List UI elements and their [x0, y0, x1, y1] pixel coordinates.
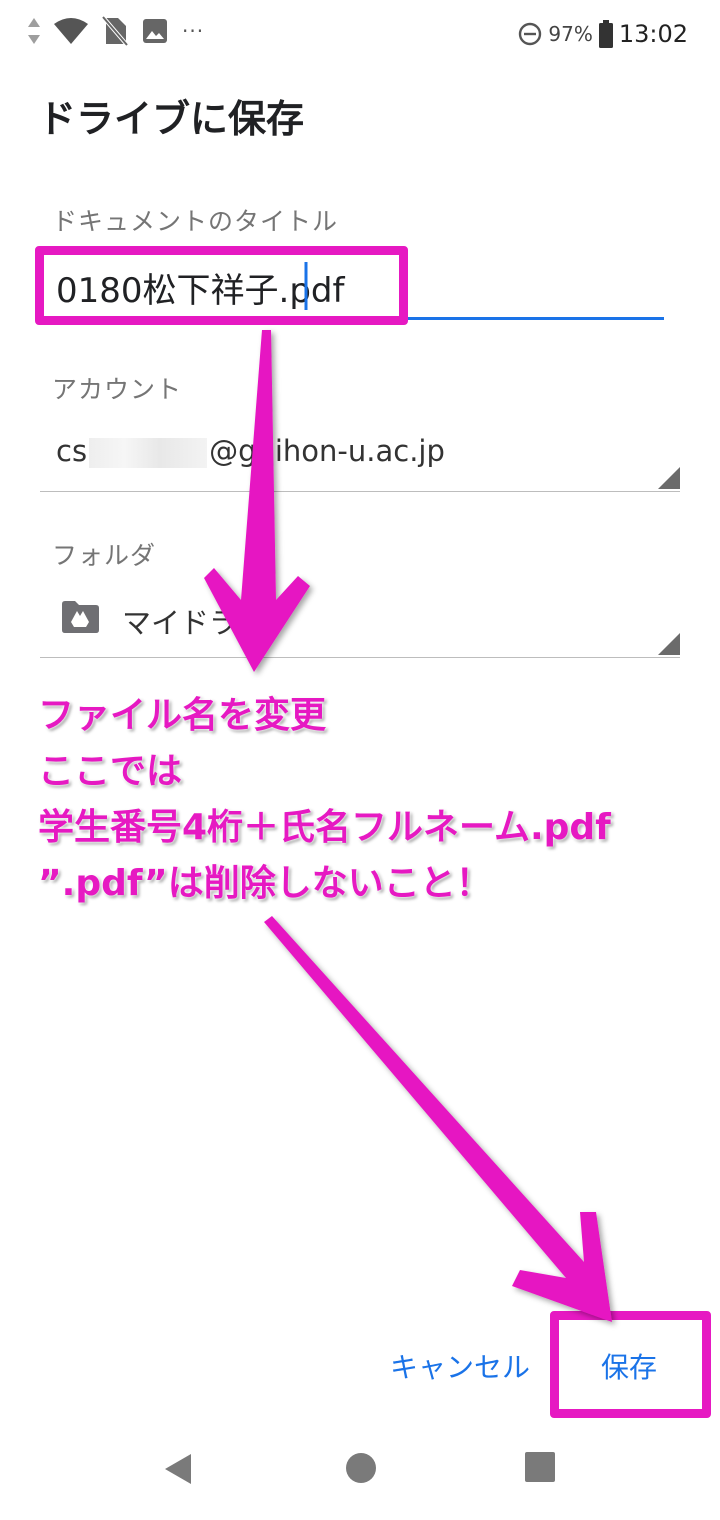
annotation-line: 学生番号4桁＋氏名フルネーム.pdf: [38, 807, 611, 848]
dropdown-corner-icon: [658, 633, 680, 655]
more-notifications-icon: ···: [182, 19, 205, 43]
annotation-line: ファイル名を変更: [38, 695, 327, 736]
account-prefix: cs: [56, 434, 88, 468]
annotation-line: ここでは: [38, 751, 183, 792]
clock: 13:02: [618, 20, 688, 48]
data-arrows-icon: [28, 18, 40, 44]
home-icon[interactable]: [345, 1452, 377, 1484]
battery-icon: [598, 20, 613, 48]
folder-value: マイドラ: [122, 606, 239, 640]
status-bar: ··· 97% 13:02: [0, 0, 720, 64]
status-bar-right: 97% 13:02: [518, 14, 688, 54]
wifi-icon: [54, 18, 88, 44]
annotation-line: ”.pdf”は削除しないこと！: [38, 863, 492, 904]
image-notification-icon: [143, 19, 167, 43]
account-select[interactable]: cs @gnihon-u.ac.jp: [40, 426, 680, 492]
recents-icon[interactable]: [525, 1452, 555, 1482]
do-not-disturb-icon: [519, 22, 542, 46]
redacted-email-part: [89, 438, 208, 468]
folder-select[interactable]: マイドラ: [40, 592, 680, 658]
dropdown-corner-icon: [658, 467, 680, 489]
navigation-bar: [0, 1430, 720, 1520]
folder-label: フォルダ: [52, 541, 157, 570]
filename-highlight-box: [35, 246, 408, 325]
annotation-text: ファイル名を変更 ここでは 学生番号4桁＋氏名フルネーム.pdf ”.pdf”は…: [38, 688, 708, 912]
account-label: アカウント: [52, 375, 183, 404]
back-icon[interactable]: [163, 1452, 193, 1486]
diagonal-arrow-icon: [264, 916, 612, 1322]
battery-percent: 97%: [548, 22, 593, 46]
account-value: cs @gnihon-u.ac.jp: [56, 434, 445, 468]
drive-folder-icon: [62, 601, 99, 633]
no-sim-icon: [102, 16, 128, 46]
account-suffix: @gnihon-u.ac.jp: [209, 434, 445, 468]
document-title-label: ドキュメントのタイトル: [52, 207, 339, 236]
cancel-button[interactable]: キャンセル: [390, 1346, 530, 1386]
status-bar-left-icons: ···: [28, 14, 204, 48]
save-highlight-box: [550, 1311, 711, 1418]
dialog-title: ドライブに保存: [38, 97, 305, 141]
